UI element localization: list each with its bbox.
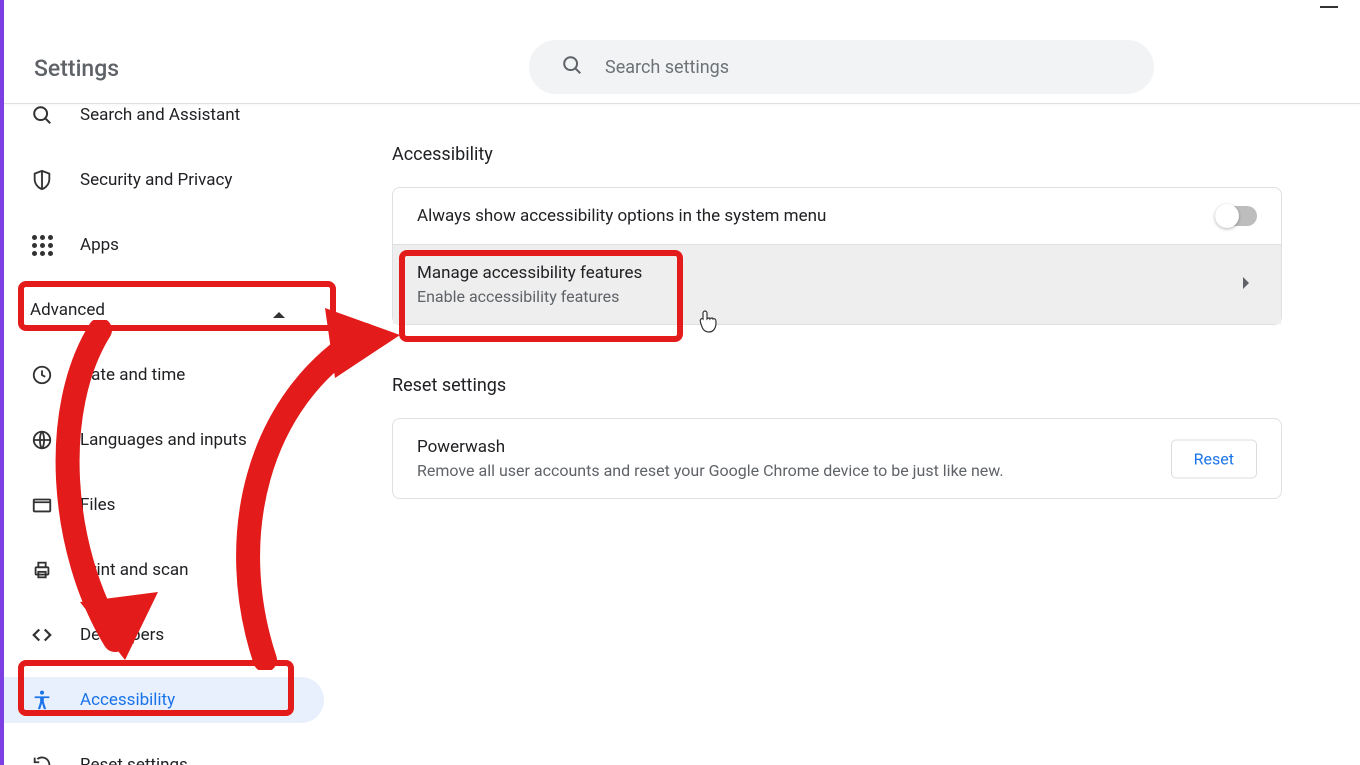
code-icon bbox=[30, 623, 54, 647]
sidebar-item-label: Date and time bbox=[80, 365, 185, 385]
section-title-accessibility: Accessibility bbox=[392, 144, 1282, 165]
advanced-label: Advanced bbox=[30, 300, 105, 320]
page-title: Settings bbox=[34, 55, 119, 82]
row-sublabel: Enable accessibility features bbox=[417, 287, 642, 306]
sidebar-item-accessibility[interactable]: Accessibility bbox=[4, 677, 324, 723]
row-label: Powerwash bbox=[417, 437, 1004, 457]
row-always-show-accessibility[interactable]: Always show accessibility options in the… bbox=[393, 188, 1281, 244]
reset-button[interactable]: Reset bbox=[1171, 439, 1257, 478]
sidebar-item-apps[interactable]: Apps bbox=[4, 222, 344, 268]
main-content: Accessibility Always show accessibility … bbox=[392, 104, 1282, 499]
toggle-knob bbox=[1215, 204, 1239, 228]
reset-card: Powerwash Remove all user accounts and r… bbox=[392, 418, 1282, 499]
accessibility-icon bbox=[30, 688, 54, 712]
sidebar: Search and Assistant Security and Privac… bbox=[4, 92, 344, 765]
sidebar-item-security-privacy[interactable]: Security and Privacy bbox=[4, 157, 344, 203]
sidebar-item-label: Developers bbox=[80, 625, 164, 645]
sidebar-item-date-time[interactable]: Date and time bbox=[4, 352, 344, 398]
sidebar-item-label: Reset settings bbox=[80, 755, 188, 765]
row-label: Always show accessibility options in the… bbox=[417, 206, 826, 226]
folder-icon bbox=[30, 493, 54, 517]
shield-icon bbox=[30, 168, 54, 192]
sidebar-item-label: Search and Assistant bbox=[80, 105, 240, 125]
accessibility-card: Always show accessibility options in the… bbox=[392, 187, 1282, 325]
sidebar-item-languages[interactable]: Languages and inputs bbox=[4, 417, 344, 463]
sidebar-item-label: Languages and inputs bbox=[80, 430, 247, 450]
sidebar-item-files[interactable]: Files bbox=[4, 482, 344, 528]
sidebar-item-print-scan[interactable]: Print and scan bbox=[4, 547, 344, 593]
row-powerwash: Powerwash Remove all user accounts and r… bbox=[393, 419, 1281, 498]
sidebar-item-label: Files bbox=[80, 495, 115, 515]
window-minimize-button[interactable] bbox=[1320, 6, 1338, 8]
sidebar-item-search-assistant[interactable]: Search and Assistant bbox=[4, 92, 344, 138]
search-box[interactable] bbox=[529, 40, 1154, 94]
sidebar-item-label: Apps bbox=[80, 235, 119, 255]
apps-icon bbox=[30, 233, 54, 257]
clock-icon bbox=[30, 363, 54, 387]
search-icon bbox=[30, 103, 54, 127]
reset-icon bbox=[30, 753, 54, 765]
search-icon bbox=[561, 54, 583, 80]
row-sublabel: Remove all user accounts and reset your … bbox=[417, 461, 1004, 480]
sidebar-item-label: Security and Privacy bbox=[80, 170, 232, 190]
chevron-right-icon bbox=[1242, 275, 1251, 294]
row-label: Manage accessibility features bbox=[417, 263, 642, 283]
sidebar-item-label: Accessibility bbox=[80, 690, 175, 710]
row-manage-accessibility[interactable]: Manage accessibility features Enable acc… bbox=[393, 244, 1281, 324]
printer-icon bbox=[30, 558, 54, 582]
chevron-up-icon bbox=[272, 305, 286, 324]
section-title-reset: Reset settings bbox=[392, 375, 1282, 396]
sidebar-item-reset-settings[interactable]: Reset settings bbox=[4, 742, 344, 765]
globe-icon bbox=[30, 428, 54, 452]
sidebar-item-developers[interactable]: Developers bbox=[4, 612, 344, 658]
sidebar-item-label: Print and scan bbox=[80, 560, 189, 580]
toggle-always-show-accessibility[interactable] bbox=[1215, 206, 1257, 226]
search-input[interactable] bbox=[605, 57, 1085, 78]
sidebar-advanced-toggle[interactable]: Advanced bbox=[4, 287, 316, 333]
header: Settings bbox=[4, 0, 1360, 104]
